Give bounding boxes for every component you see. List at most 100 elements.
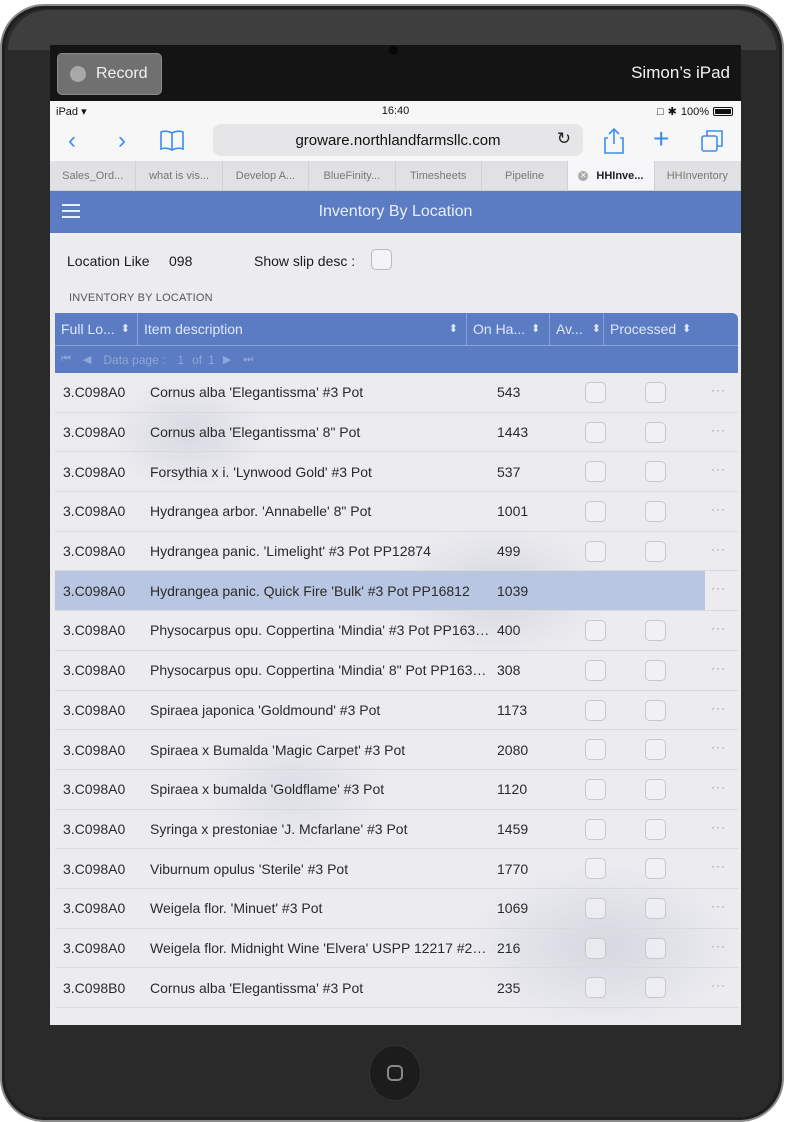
row-more-icon[interactable]: ··· [711, 462, 726, 476]
table-row[interactable]: 3.C098A0 Hydrangea panic. Quick Fire 'Bu… [55, 571, 738, 612]
processed-checkbox[interactable] [645, 620, 666, 642]
available-checkbox[interactable] [585, 778, 606, 800]
available-checkbox[interactable] [585, 739, 606, 761]
table-row[interactable]: 3.C098A0 Cornus alba 'Elegantissma' 8" P… [55, 413, 738, 453]
row-more-icon[interactable]: ··· [711, 542, 726, 556]
processed-checkbox[interactable] [645, 382, 666, 403]
row-more-icon[interactable]: ··· [711, 859, 726, 873]
table-row[interactable]: 3.C098A0 Syringa x prestoniae 'J. Mcfarl… [55, 810, 738, 850]
available-checkbox[interactable] [585, 858, 606, 880]
row-more-icon[interactable]: ··· [711, 581, 726, 595]
table-row[interactable]: 3.C098A0 Viburnum opulus 'Sterile' #3 Po… [55, 849, 738, 889]
close-tab-icon[interactable]: ✕ [578, 170, 589, 181]
available-checkbox[interactable] [585, 461, 606, 483]
hamburger-menu-icon[interactable] [62, 204, 80, 218]
bookmarks-icon[interactable] [159, 129, 185, 158]
available-checkbox[interactable] [585, 937, 606, 959]
processed-checkbox[interactable] [645, 540, 666, 562]
available-checkbox[interactable] [585, 977, 606, 999]
share-icon[interactable] [603, 127, 625, 162]
row-more-icon[interactable]: ··· [711, 621, 726, 635]
available-checkbox[interactable] [585, 382, 606, 403]
browser-tab[interactable]: HHInventory [655, 161, 741, 190]
column-header-available[interactable]: Av... ⬍ [550, 313, 604, 345]
browser-tab-active[interactable]: ✕ HHInve... [568, 161, 655, 190]
processed-checkbox[interactable] [645, 421, 666, 443]
cell-description: Cornus alba 'Elegantissma' #3 Pot [150, 979, 364, 996]
home-button[interactable] [370, 1046, 420, 1100]
available-checkbox[interactable] [585, 699, 606, 721]
row-more-icon[interactable]: ··· [711, 820, 726, 834]
cell-description: Viburnum opulus 'Sterile' #3 Pot [150, 860, 349, 877]
table-row[interactable]: 3.C098B0 Cornus alba 'Elegantissma' #3 P… [55, 968, 738, 1008]
table-row[interactable]: 3.C098A0 Physocarpus opu. Coppertina 'Mi… [55, 611, 738, 651]
table-row[interactable]: 3.C098A0 Weigela flor. 'Minuet' #3 Pot 1… [55, 889, 738, 929]
processed-checkbox[interactable] [645, 739, 666, 761]
table-row[interactable]: 3.C098A0 Hydrangea arbor. 'Annabelle' 8"… [55, 492, 738, 532]
browser-tab[interactable]: Pipeline [482, 161, 569, 190]
table-row[interactable]: 3.C098A0 Hydrangea panic. 'Limelight' #3… [55, 532, 738, 572]
table-row[interactable]: 3.C098A0 Cornus alba 'Elegantissma' #3 P… [55, 373, 738, 413]
show-slip-desc-checkbox[interactable] [371, 249, 392, 270]
pager-current[interactable]: 1 [177, 353, 184, 367]
column-header-location[interactable]: Full Lo... ⬍ [55, 313, 138, 345]
browser-tab[interactable]: Timesheets [396, 161, 482, 190]
available-checkbox[interactable] [585, 421, 606, 443]
row-more-icon[interactable]: ··· [711, 740, 726, 754]
back-icon[interactable]: ‹ [68, 127, 76, 155]
sort-icon: ⬍ [448, 322, 458, 335]
row-more-icon[interactable]: ··· [711, 502, 726, 516]
available-checkbox[interactable] [585, 818, 606, 840]
first-page-icon[interactable]: ⏮ [61, 353, 71, 366]
browser-tab[interactable]: Sales_Ord... [50, 161, 137, 190]
processed-checkbox[interactable] [645, 659, 666, 681]
url-field[interactable]: groware.northlandfarmsllc.com ↻ [213, 124, 583, 156]
tabs-icon[interactable] [700, 129, 724, 160]
row-more-icon[interactable]: ··· [711, 383, 726, 397]
row-more-icon[interactable]: ··· [711, 780, 726, 794]
table-row[interactable]: 3.C098A0 Spiraea x Bumalda 'Magic Carpet… [55, 730, 738, 770]
column-header-description[interactable]: Item description ⬍ [138, 313, 467, 345]
processed-checkbox[interactable] [645, 778, 666, 800]
row-more-icon[interactable]: ··· [711, 701, 726, 715]
available-checkbox[interactable] [585, 540, 606, 562]
browser-tab[interactable]: Develop A... [223, 161, 310, 190]
browser-tab[interactable]: BlueFinity... [309, 161, 396, 190]
table-row[interactable]: 3.C098A0 Physocarpus opu. Coppertina 'Mi… [55, 651, 738, 691]
table-row[interactable]: 3.C098A0 Spiraea x bumalda 'Goldflame' #… [55, 770, 738, 810]
sort-icon: ⬍ [682, 322, 692, 335]
previous-page-icon[interactable]: ◀ [83, 353, 91, 366]
available-checkbox[interactable] [585, 620, 606, 642]
reload-icon[interactable]: ↻ [557, 129, 571, 149]
table-row[interactable]: 3.C098A0 Spiraea japonica 'Goldmound' #3… [55, 691, 738, 731]
processed-checkbox[interactable] [645, 461, 666, 483]
browser-tab[interactable]: what is vis... [136, 161, 223, 190]
last-page-icon[interactable]: ⏭ [243, 353, 253, 366]
processed-checkbox[interactable] [645, 937, 666, 959]
grid-pager: ⏮ ◀ Data page : 1 of 1 ▶ ⏭ [55, 345, 738, 373]
table-row[interactable]: 3.C098A0 Forsythia x i. 'Lynwood Gold' #… [55, 452, 738, 493]
location-filter-value[interactable]: 098 [169, 253, 192, 269]
available-checkbox[interactable] [585, 501, 606, 523]
new-tab-icon[interactable]: + [653, 125, 669, 153]
available-checkbox[interactable] [585, 897, 606, 919]
processed-checkbox[interactable] [645, 858, 666, 880]
processed-checkbox[interactable] [645, 977, 666, 999]
row-more-icon[interactable]: ··· [711, 661, 726, 675]
row-more-icon[interactable]: ··· [711, 939, 726, 953]
processed-checkbox[interactable] [645, 897, 666, 919]
row-more-icon[interactable]: ··· [711, 423, 726, 437]
row-more-icon[interactable]: ··· [711, 899, 726, 913]
cell-location: 3.C098A0 [63, 781, 126, 798]
processed-checkbox[interactable] [645, 699, 666, 721]
column-header-on-hand[interactable]: On Ha... ⬍ [467, 313, 550, 345]
row-more-icon[interactable]: ··· [711, 978, 726, 992]
next-page-icon[interactable]: ▶ [223, 353, 231, 366]
record-button[interactable]: Record [57, 53, 162, 95]
processed-checkbox[interactable] [645, 818, 666, 840]
forward-icon[interactable]: › [118, 127, 126, 155]
table-row[interactable]: 3.C098A0 Weigela flor. Midnight Wine 'El… [55, 929, 738, 969]
processed-checkbox[interactable] [645, 501, 666, 523]
column-header-processed[interactable]: Processed ⬍ [604, 313, 738, 345]
available-checkbox[interactable] [585, 659, 606, 681]
